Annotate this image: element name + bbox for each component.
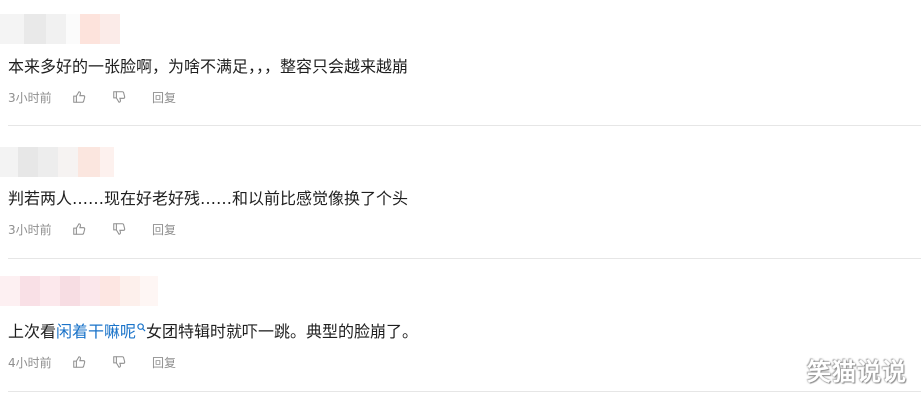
reply-button[interactable]: 回复 [152,221,176,238]
thumbs-down-icon [113,356,126,368]
search-link[interactable]: 闲着干嘛呢 [56,322,136,341]
comment-meta: 4小时前 回复 [8,354,176,370]
reply-button[interactable]: 回复 [152,354,176,371]
comment-time: 4小时前 [8,355,52,370]
thumbs-up-icon [73,356,86,368]
dislike-button[interactable] [112,89,152,105]
thumbs-up-icon [73,223,86,235]
reply-button[interactable]: 回复 [152,89,176,106]
username-mosaic [0,276,170,306]
like-button[interactable] [72,354,112,370]
like-button[interactable] [72,221,112,237]
comment-text: 本来多好的一张脸啊，为啥不满足，，，整容只会越来越崩 [8,57,409,76]
divider [8,258,921,259]
watermark: 笑猫说说 [807,358,907,386]
dislike-button[interactable] [112,221,152,237]
search-icon[interactable] [137,323,146,332]
thumbs-down-icon [113,223,126,235]
comment-meta: 3小时前 回复 [8,89,176,105]
comment-meta: 3小时前 回复 [8,221,176,237]
dislike-button[interactable] [112,354,152,370]
divider [8,391,921,392]
comment-text: 判若两人……现在好老好残……和以前比感觉像换了个头 [8,189,409,208]
like-button[interactable] [72,89,112,105]
comment-time: 3小时前 [8,222,52,237]
username-mosaic [0,147,170,177]
thumbs-down-icon [113,91,126,103]
thumbs-up-icon [73,91,86,103]
comment-text-before: 上次看 [8,322,57,341]
comment-text: 上次看闲着干嘛呢 女团特辑时就吓一跳。典型的脸崩了。 [8,321,418,343]
username-mosaic [0,14,170,44]
comment-text-after: 女团特辑时就吓一跳。典型的脸崩了。 [146,322,419,341]
comment-time: 3小时前 [8,90,52,105]
divider [8,125,921,126]
